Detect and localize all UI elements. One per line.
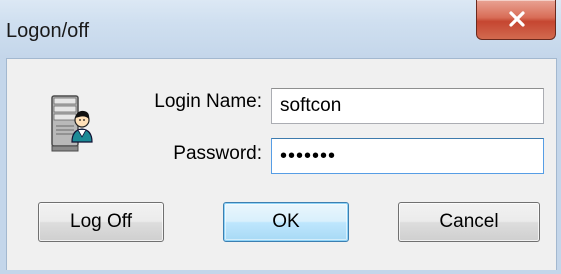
window-title: Logon/off [6, 20, 90, 42]
password-input[interactable]: ••••••• [271, 138, 544, 174]
close-icon [509, 11, 525, 27]
password-label: Password: [173, 143, 262, 164]
log-off-button[interactable]: Log Off [38, 202, 164, 242]
window-frame-right [557, 58, 561, 274]
cancel-button[interactable]: Cancel [398, 202, 540, 242]
login-name-label: Login Name: [154, 91, 262, 112]
logon-dialog: Logon/off Login Name: softcon Password: … [0, 0, 561, 274]
title-bar[interactable]: Logon/off [0, 0, 561, 58]
window-frame-bottom [0, 270, 561, 274]
server-user-icon [44, 90, 104, 160]
close-button[interactable] [476, 0, 556, 40]
ok-button[interactable]: OK [223, 202, 349, 242]
login-name-input[interactable] [271, 88, 544, 124]
